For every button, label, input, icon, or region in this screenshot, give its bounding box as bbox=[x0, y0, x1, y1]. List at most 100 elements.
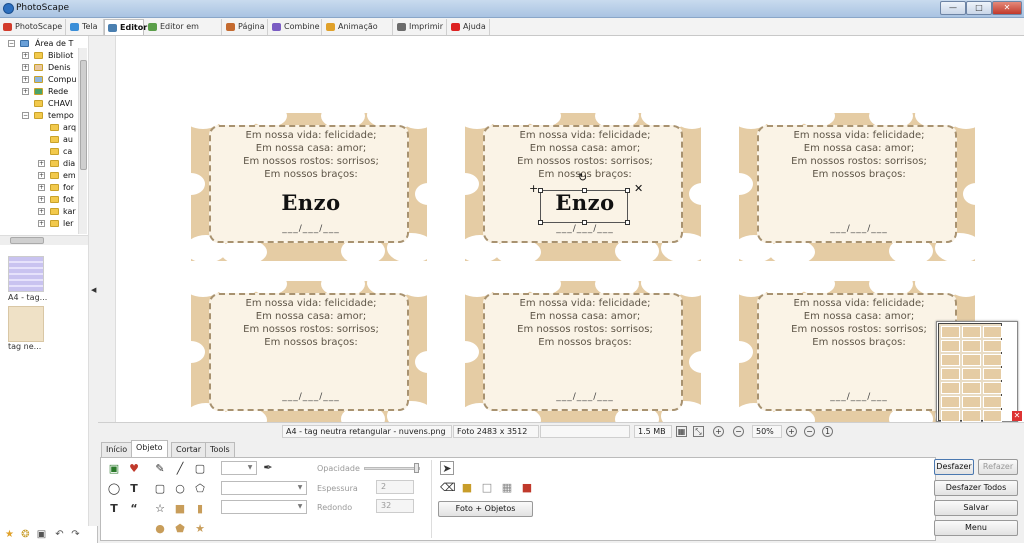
line-icon[interactable]: ╱ bbox=[173, 462, 187, 476]
tab-photoscape[interactable]: PhotoScape bbox=[0, 19, 66, 35]
tab-editor[interactable]: Editor bbox=[104, 19, 147, 35]
thickness-input[interactable]: 2 bbox=[376, 480, 414, 494]
folder-favorite-icon[interactable]: ❂ bbox=[20, 529, 31, 540]
style-selector[interactable]: ▼ bbox=[221, 500, 307, 514]
tree-scroll-thumb[interactable] bbox=[80, 60, 87, 170]
undo-all-button[interactable]: Desfazer Todos bbox=[934, 480, 1018, 496]
file-thumbnail[interactable] bbox=[8, 256, 44, 292]
text-box-icon[interactable]: T bbox=[107, 502, 121, 516]
tab-tela[interactable]: Tela bbox=[67, 19, 104, 35]
object-tool-panel: ▣ ♥ ✎ ╱ ▢ ◯ T ▢ ○ ⬠ T “ ☆ ■ ▮ ● ⬟ ★ ▼ ✒ … bbox=[100, 457, 936, 541]
image-object-icon[interactable]: ▣ bbox=[107, 462, 121, 476]
text-icon[interactable]: T bbox=[127, 482, 141, 496]
collapse-arrow-icon[interactable]: ◀ bbox=[91, 286, 96, 294]
send-back-icon[interactable]: ■ bbox=[520, 481, 534, 495]
tab-batch-editor[interactable]: Editor em lotes bbox=[145, 19, 222, 46]
tab-print[interactable]: Imprimir bbox=[394, 19, 447, 35]
minimap-viewport[interactable] bbox=[938, 323, 1002, 422]
rounded-rectangle-icon[interactable]: ▢ bbox=[153, 482, 167, 496]
undo-button[interactable]: Desfazer bbox=[934, 459, 974, 475]
minimize-button[interactable]: — bbox=[940, 1, 966, 15]
rectangle-icon[interactable]: ▢ bbox=[193, 462, 207, 476]
tab-objeto[interactable]: Objeto bbox=[131, 440, 168, 457]
tab-animated-gif[interactable]: Animação Gif bbox=[323, 19, 393, 46]
bring-front-icon[interactable]: ■ bbox=[460, 481, 474, 495]
selection-box[interactable]: + ↻ ✕ bbox=[529, 171, 643, 225]
delete-object-icon[interactable]: ✕ bbox=[634, 182, 643, 195]
cloud-decoration bbox=[251, 273, 287, 295]
checkerboard-icon[interactable]: ▦ bbox=[676, 426, 687, 437]
cloud-decoration bbox=[415, 183, 441, 205]
filled-rounded-square-icon[interactable]: ▮ bbox=[193, 502, 207, 516]
pentagon-icon[interactable]: ⬠ bbox=[193, 482, 207, 496]
sticker-icon[interactable]: ♥ bbox=[127, 462, 141, 476]
brush-icon[interactable]: ✎ bbox=[153, 462, 167, 476]
round-input[interactable]: 32 bbox=[376, 499, 414, 513]
tab-combine[interactable]: Combine bbox=[269, 19, 322, 35]
tab-page[interactable]: Página bbox=[223, 19, 268, 35]
zoom-out-icon[interactable]: − bbox=[804, 426, 815, 437]
navigator-minimap[interactable] bbox=[936, 321, 1018, 422]
resize-handle[interactable] bbox=[625, 220, 630, 225]
font-selector[interactable]: ▼ bbox=[221, 481, 307, 495]
status-filesize: 1.5 MB bbox=[634, 425, 672, 438]
eyedropper-icon[interactable]: ✒ bbox=[261, 461, 275, 475]
redo-button[interactable]: Refazer bbox=[978, 459, 1018, 475]
panel-splitter[interactable]: ◀ bbox=[88, 36, 98, 526]
quote-icon[interactable]: “ bbox=[127, 502, 141, 516]
tag-inner-frame: Em nossa vida: felicidade; Em nossa casa:… bbox=[209, 293, 409, 411]
left-panel: − Área de T + Bibliot + Denis + Compu + Rede … bbox=[0, 36, 98, 543]
forward-arrow-icon[interactable]: ↷ bbox=[70, 529, 81, 540]
star-shape-icon[interactable]: ☆ bbox=[153, 502, 167, 516]
cloud-decoration bbox=[689, 351, 715, 373]
copy-icon[interactable]: □ bbox=[480, 481, 494, 495]
file-thumbnail[interactable] bbox=[8, 306, 44, 342]
color-picker[interactable]: ▼ bbox=[221, 461, 257, 475]
tree-horizontal-scrollbar[interactable] bbox=[0, 235, 88, 245]
trash-icon[interactable]: ⌫ bbox=[440, 481, 456, 495]
photo-objects-button[interactable]: Foto + Objetos bbox=[438, 501, 533, 517]
filled-square-icon[interactable]: ■ bbox=[173, 502, 187, 516]
maximize-button[interactable]: □ bbox=[966, 1, 992, 15]
filled-circle-icon[interactable]: ● bbox=[153, 522, 167, 536]
group-icon[interactable]: ▦ bbox=[500, 481, 514, 495]
save-button[interactable]: Salvar bbox=[934, 500, 1018, 516]
filled-pentagon-icon[interactable]: ⬟ bbox=[173, 522, 187, 536]
close-window-button[interactable]: ✕ bbox=[992, 1, 1022, 15]
star-icon[interactable]: ★ bbox=[4, 529, 15, 540]
resize-handle[interactable] bbox=[582, 220, 587, 225]
filled-star-icon[interactable]: ★ bbox=[193, 522, 207, 536]
zoom-in-icon[interactable]: + bbox=[786, 426, 797, 437]
tag-text-line: Em nossa casa: amor; bbox=[529, 143, 641, 154]
image-folder-icon[interactable]: ▣ bbox=[36, 529, 47, 540]
minimap-cell bbox=[983, 382, 1002, 394]
close-minimap-icon[interactable]: ✕ bbox=[1012, 411, 1022, 421]
fit-screen-icon[interactable]: ⤡ bbox=[693, 426, 704, 437]
resize-handle[interactable] bbox=[538, 188, 543, 193]
tab-help[interactable]: Ajuda bbox=[448, 19, 490, 35]
opacity-slider[interactable] bbox=[364, 467, 420, 470]
zoom-out-icon[interactable]: − bbox=[733, 426, 744, 437]
cloud-decoration bbox=[451, 173, 479, 195]
tab-cortar[interactable]: Cortar bbox=[171, 442, 207, 457]
tab-inicio[interactable]: Início bbox=[101, 442, 133, 457]
tree-vertical-scrollbar[interactable] bbox=[78, 48, 87, 234]
tab-tools[interactable]: Tools bbox=[205, 442, 235, 457]
back-arrow-icon[interactable]: ↶ bbox=[54, 529, 65, 540]
resize-handle[interactable] bbox=[625, 188, 630, 193]
page-icon bbox=[226, 23, 235, 31]
rotate-icon[interactable]: ↻ bbox=[578, 171, 587, 184]
tree-hscroll-thumb[interactable] bbox=[10, 237, 44, 244]
zoom-in-icon[interactable]: + bbox=[713, 426, 724, 437]
resize-handle[interactable] bbox=[538, 220, 543, 225]
zoom-actual-icon[interactable]: 1 bbox=[822, 426, 833, 437]
minimap-cell bbox=[983, 354, 1002, 366]
opacity-slider-thumb[interactable] bbox=[414, 463, 419, 473]
pointer-icon[interactable]: ➤ bbox=[440, 461, 454, 475]
editor-canvas[interactable]: Em nossa vida: felicidade; Em nossa casa:… bbox=[115, 36, 1024, 422]
move-icon[interactable]: + bbox=[529, 182, 538, 195]
speech-bubble-icon[interactable]: ◯ bbox=[107, 482, 121, 496]
circle-icon[interactable]: ○ bbox=[173, 482, 187, 496]
menu-button[interactable]: Menu bbox=[934, 520, 1018, 536]
resize-handle[interactable] bbox=[582, 188, 587, 193]
